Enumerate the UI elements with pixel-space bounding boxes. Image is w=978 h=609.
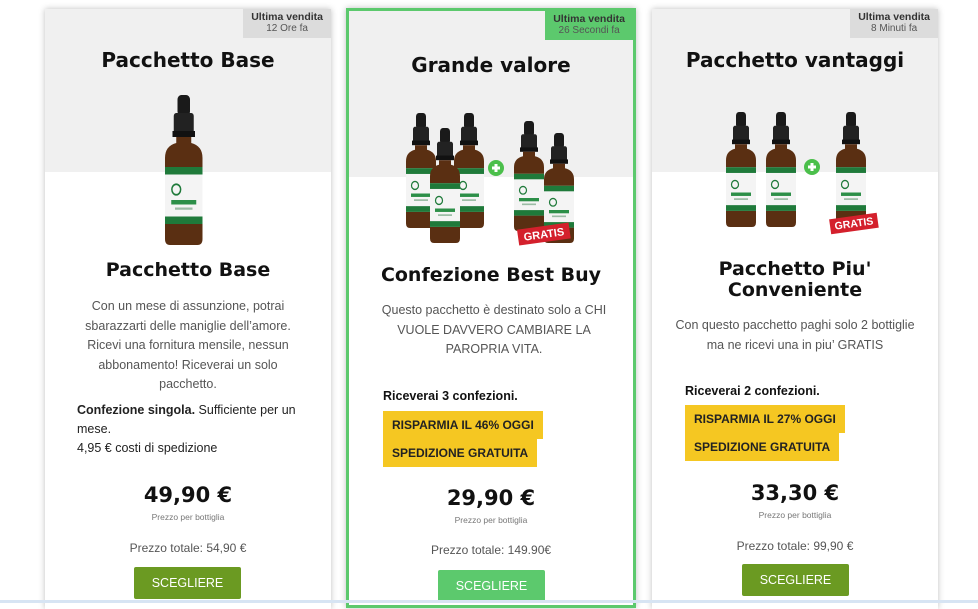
package-card-base: Ultima vendita 12 Ore fa Pacchetto Base … [45,9,331,609]
product-title: Pacchetto Base [105,259,271,281]
product-description: Questo pacchetto è destinato solo a CHI … [381,303,607,356]
price-per-bottle: 49,90 € [143,483,233,507]
product-bottles-image: GRATIS [405,112,575,246]
product-bottles-image: GRATIS [725,112,879,235]
price-per-bottle-label: Prezzo per bottiglia [151,512,225,522]
last-sale-time: 12 Ore fa [266,23,308,34]
packages-received: Riceverai 2 confezioni. [685,384,820,398]
price-per-bottle-label: Prezzo per bottiglia [758,510,832,520]
savings-highlight: RISPARMIA IL 46% OGGI [383,411,543,439]
choose-button[interactable]: SCEGLIERE [134,567,241,599]
last-sale-label: Ultima vendita [251,11,323,23]
price-per-bottle-label: Prezzo per bottiglia [454,515,528,525]
free-shipping-highlight: SPEDIZIONE GRATUITA [685,433,840,461]
product-description: Con questo pacchetto paghi solo 2 bottig… [675,318,915,352]
savings-highlight: RISPARMIA IL 27% OGGI [685,405,845,433]
last-sale-badge: Ultima vendita 26 Secondi fa [545,11,633,40]
last-sale-label: Ultima vendita [858,11,930,23]
details-bold: Confezione singola. [77,403,196,417]
package-top-title: Grande valore [411,53,571,77]
last-sale-label: Ultima vendita [553,13,625,25]
last-sale-badge: Ultima vendita 8 Minuti fa [850,9,938,38]
total-price: Prezzo totale: 149.90€ [430,543,552,557]
product-title: Pacchetto Piu' Conveniente [718,258,872,301]
product-description: Con un mese di assunzione, potrai sbaraz… [85,299,291,391]
choose-button[interactable]: SCEGLIERE [742,564,849,596]
package-details: Confezione singola. Sufficiente per un m… [77,401,307,458]
product-title: Confezione Best Buy [380,264,602,286]
last-sale-badge: Ultima vendita 12 Ore fa [243,9,331,38]
shipping-cost: 4,95 € costi di spedizione [77,441,218,455]
product-bottles-image [164,95,203,245]
package-top-title: Pacchetto Base [101,48,275,72]
total-price: Prezzo totale: 54,90 € [129,541,247,555]
package-card-best-buy: Ultima vendita 26 Secondi fa Grande valo… [346,8,636,608]
total-price: Prezzo totale: 99,90 € [736,539,854,553]
free-shipping-highlight: SPEDIZIONE GRATUITA [383,439,538,467]
last-sale-time: 26 Secondi fa [558,25,620,36]
packages-received: Riceverai 3 confezioni. [383,389,518,403]
price-per-bottle: 29,90 € [446,486,536,510]
price-per-bottle: 33,30 € [750,481,840,505]
package-card-advantage: Ultima vendita 8 Minuti fa Pacchetto van… [652,9,938,609]
last-sale-time: 8 Minuti fa [871,23,918,34]
choose-button[interactable]: SCEGLIERE [438,570,545,602]
package-top-title: Pacchetto vantaggi [685,48,905,72]
